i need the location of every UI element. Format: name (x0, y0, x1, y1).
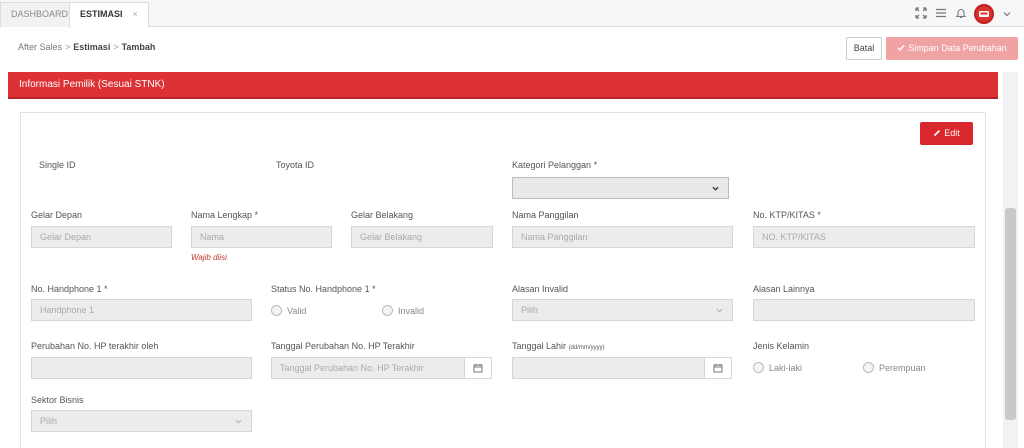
alasan-lainnya-input[interactable] (753, 299, 975, 321)
breadcrumb: After Sales > Estimasi > Tambah (18, 42, 155, 52)
alasan-invalid-label: Alasan Invalid (512, 284, 569, 294)
scrollbar[interactable] (1003, 72, 1018, 448)
avatar-icon[interactable] (974, 4, 994, 24)
chevron-down-icon (712, 186, 719, 191)
nama-lengkap-label: Nama Lengkap * (191, 210, 259, 220)
section-header: Informasi Pemilik (Sesuai STNK) (8, 72, 998, 99)
cancel-button[interactable]: Batal (846, 37, 882, 60)
chevron-down-icon (235, 419, 242, 424)
menu-icon[interactable] (934, 7, 948, 21)
pencil-icon (934, 130, 941, 136)
top-icons (914, 3, 1014, 25)
radio-invalid[interactable]: Invalid (382, 305, 424, 316)
radio-circle (382, 305, 393, 316)
tab-label: ESTIMASI (80, 9, 123, 19)
alasan-invalid-select[interactable]: Pilih (512, 299, 733, 321)
calendar-button[interactable] (704, 357, 732, 379)
handphone-1-label: No. Handphone 1 * (31, 284, 108, 294)
save-changes-button[interactable]: Simpan Data Perubahan (886, 37, 1018, 60)
save-label: Simpan Data Perubahan (908, 43, 1007, 53)
close-icon[interactable]: × (133, 9, 138, 19)
select-value: Pilih (521, 305, 539, 315)
ktp-input[interactable]: NO. KTP/KITAS (753, 226, 975, 248)
chevron-down-icon[interactable] (1000, 7, 1014, 21)
calendar-icon (713, 364, 723, 373)
radio-circle (753, 362, 764, 373)
bell-icon[interactable] (954, 7, 968, 21)
nama-lengkap-input[interactable]: Nama (191, 226, 332, 248)
perubahan-hp-oleh-label: Perubahan No. HP terakhir oleh (31, 341, 159, 351)
kategori-pelanggan-select[interactable] (512, 177, 729, 199)
gelar-depan-input[interactable]: Gelar Depan (31, 226, 172, 248)
toyota-id-label: Toyota ID (276, 160, 315, 170)
breadcrumb-separator: > (65, 42, 71, 52)
breadcrumb-item[interactable]: After Sales (18, 42, 62, 52)
owner-info-card (20, 112, 986, 448)
radio-label: Invalid (398, 305, 425, 316)
handphone-1-input[interactable]: Handphone 1 (31, 299, 252, 321)
tanggal-lahir-input[interactable] (512, 357, 705, 379)
tab-estimasi[interactable]: ESTIMASI × (69, 2, 149, 28)
scrollbar-thumb[interactable] (1005, 208, 1016, 420)
gelar-belakang-label: Gelar Belakang (351, 210, 414, 220)
status-handphone-label: Status No. Handphone 1 * (271, 284, 376, 294)
edit-button[interactable]: Edit (920, 122, 973, 145)
kategori-pelanggan-label: Kategori Pelanggan * (512, 160, 598, 170)
tanggal-lahir-label: Tanggal Lahir (dd/mm/yyyy) (512, 341, 605, 351)
radio-circle (271, 305, 282, 316)
nama-panggilan-input[interactable]: Nama Panggilan (512, 226, 733, 248)
tanggal-perubahan-hp-input[interactable]: Tanggal Perubahan No. HP Terakhir (271, 357, 465, 379)
required-hint: Wajib diisi (191, 253, 227, 262)
tab-dashboard[interactable]: DASHBOARD (0, 2, 80, 27)
alasan-lainnya-label: Alasan Lainnya (753, 284, 815, 294)
sektor-bisnis-select[interactable]: Pilih (31, 410, 252, 432)
date-format-hint: (dd/mm/yyyy) (568, 345, 605, 351)
perubahan-hp-oleh-input[interactable] (31, 357, 252, 379)
gelar-belakang-input[interactable]: Gelar Belakang (351, 226, 493, 248)
edit-label: Edit (944, 128, 960, 138)
nama-panggilan-label: Nama Panggilan (512, 210, 579, 220)
sektor-bisnis-label: Sektor Bisnis (31, 395, 84, 405)
expand-icon[interactable] (914, 7, 928, 21)
tanggal-perubahan-hp-label: Tanggal Perubahan No. HP Terakhir (271, 341, 415, 351)
radio-label: Valid (287, 305, 307, 316)
tanggal-lahir-label-text: Tanggal Lahir (512, 341, 567, 351)
breadcrumb-item[interactable]: Estimasi (73, 42, 110, 52)
radio-circle (863, 362, 874, 373)
calendar-icon (473, 364, 483, 373)
breadcrumb-item-current: Tambah (121, 42, 156, 52)
check-icon (897, 45, 905, 52)
single-id-label: Single ID (39, 160, 76, 170)
radio-valid[interactable]: Valid (271, 305, 306, 316)
chevron-down-icon (716, 308, 723, 313)
tab-bar: DASHBOARD ESTIMASI × (0, 0, 1024, 28)
breadcrumb-separator: > (113, 42, 119, 52)
ktp-label: No. KTP/KITAS * (753, 210, 821, 220)
tab-label: DASHBOARD (11, 9, 69, 19)
radio-label: Laki-laki (769, 362, 803, 373)
gelar-depan-label: Gelar Depan (31, 210, 83, 220)
radio-laki-laki[interactable]: Laki-laki (753, 362, 802, 373)
radio-label: Perempuan (879, 362, 926, 373)
select-value: Pilih (40, 416, 58, 426)
jenis-kelamin-label: Jenis Kelamin (753, 341, 810, 351)
calendar-button[interactable] (464, 357, 492, 379)
radio-perempuan[interactable]: Perempuan (863, 362, 926, 373)
